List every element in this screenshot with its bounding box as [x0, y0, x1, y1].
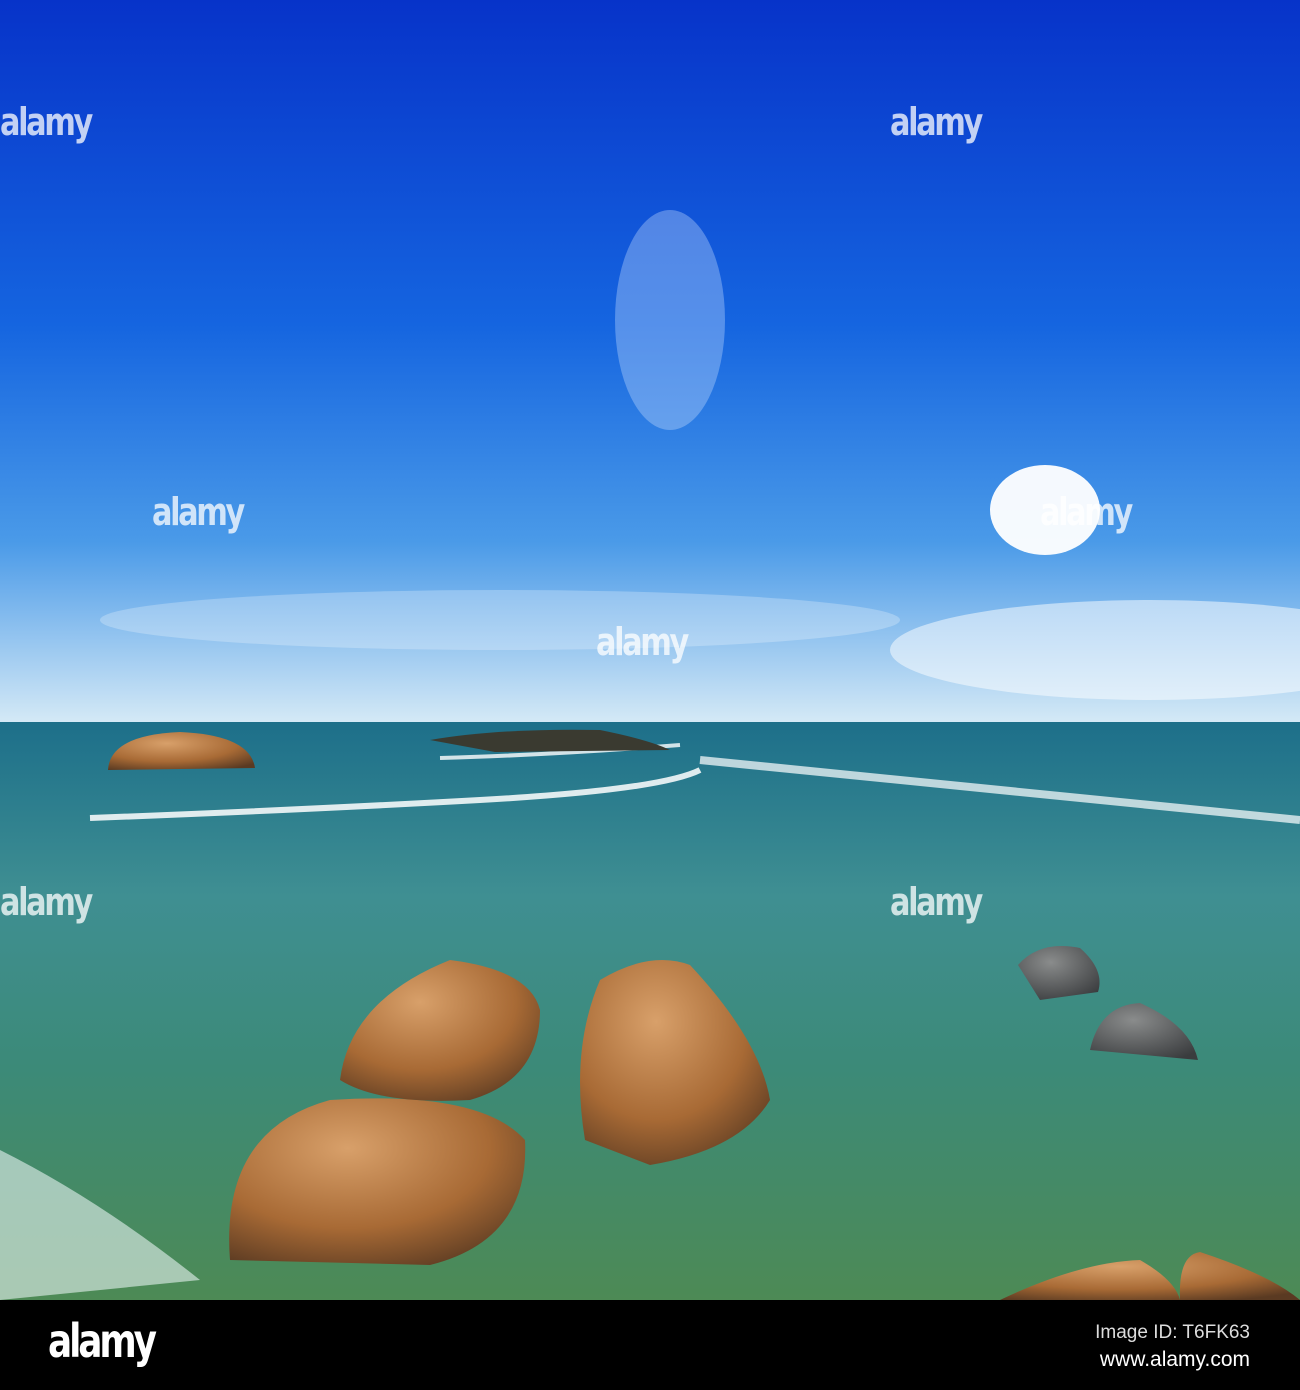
- watermark: alamy: [152, 490, 245, 534]
- footer-bar: alamy Image ID: T6FK63 www.alamy.com: [0, 1300, 1300, 1390]
- watermark: alamy: [0, 100, 93, 144]
- image-id: Image ID: T6FK63: [1095, 1322, 1250, 1343]
- alamy-logo: alamy: [48, 1314, 157, 1368]
- site-url: www.alamy.com: [1099, 1348, 1250, 1371]
- watermark: alamy: [1040, 490, 1133, 534]
- cloud-wisps: [615, 210, 725, 430]
- watermark: alamy: [0, 880, 93, 924]
- watermark: alamy: [890, 880, 983, 924]
- watermark: alamy: [890, 100, 983, 144]
- watermark: alamy: [596, 620, 689, 664]
- cloud-band: [100, 590, 900, 650]
- stock-photo: alamy alamy alamy alamy alamy alamy alam…: [0, 0, 1300, 1390]
